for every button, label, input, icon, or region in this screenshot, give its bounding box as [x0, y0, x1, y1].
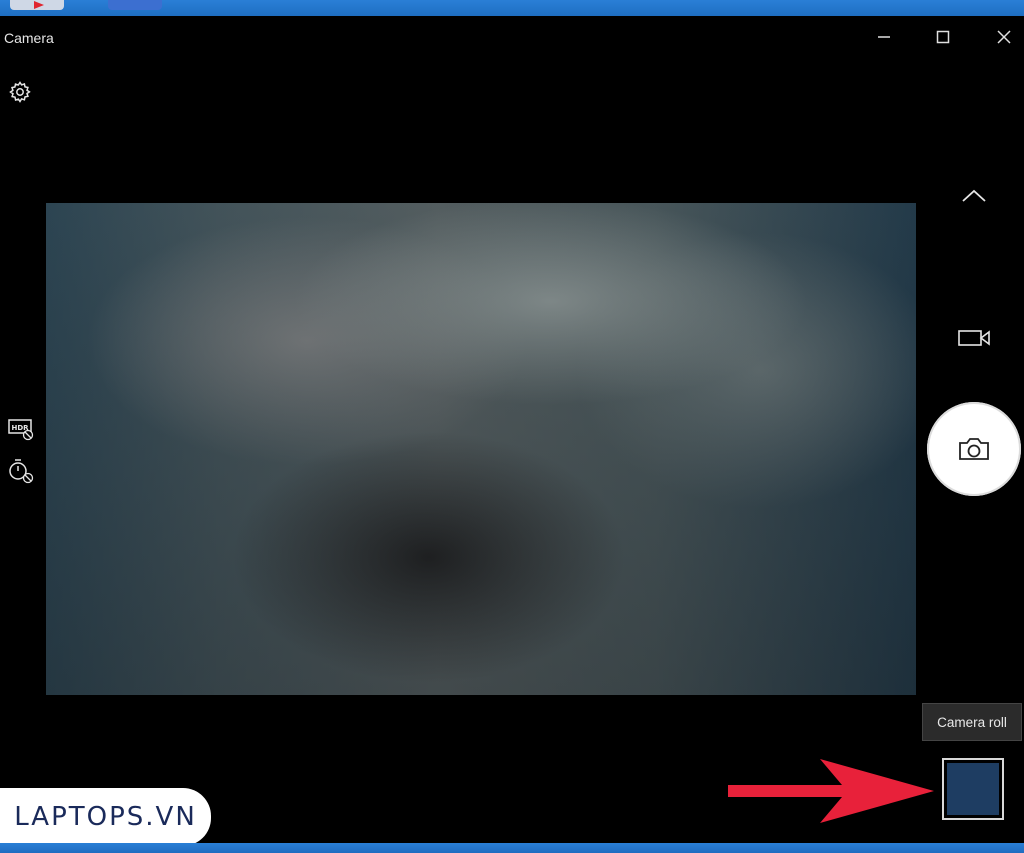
minimize-button[interactable] — [864, 22, 904, 52]
camera-window: Camera HDR Camera roll — [0, 16, 1024, 843]
logo-text: LAPTOPS.VN — [14, 802, 197, 832]
camera-roll-button[interactable] — [942, 758, 1004, 820]
minimize-icon — [878, 36, 890, 38]
maximize-button[interactable] — [923, 22, 963, 52]
camera-roll-tooltip: Camera roll — [922, 703, 1022, 741]
take-photo-button[interactable] — [927, 402, 1021, 496]
watermark-logo: LAPTOPS.VN — [0, 788, 211, 846]
window-title: Camera — [4, 30, 54, 46]
hdr-off-icon: HDR — [8, 419, 34, 441]
close-icon — [997, 30, 1011, 44]
timer-off-icon — [9, 459, 34, 484]
red-arrow-annotation — [728, 759, 934, 823]
chevron-up-icon — [962, 189, 986, 202]
desktop-taskbar-top — [0, 0, 1024, 16]
taskbar-app-icon[interactable] — [10, 0, 64, 10]
gear-icon — [9, 81, 31, 103]
video-camera-icon — [958, 330, 990, 346]
maximize-icon — [936, 30, 950, 44]
desktop-taskbar-bottom — [0, 843, 1024, 853]
camera-icon — [959, 438, 989, 460]
timer-button[interactable] — [4, 456, 36, 486]
hdr-button[interactable]: HDR — [6, 416, 36, 442]
camera-preview — [46, 203, 916, 695]
video-mode-button[interactable] — [954, 324, 994, 352]
taskbar-app-icon[interactable] — [108, 0, 162, 10]
close-button[interactable] — [984, 22, 1024, 52]
collapse-button[interactable] — [958, 184, 990, 208]
settings-button[interactable] — [6, 78, 34, 106]
camera-roll-thumbnail — [947, 763, 999, 815]
